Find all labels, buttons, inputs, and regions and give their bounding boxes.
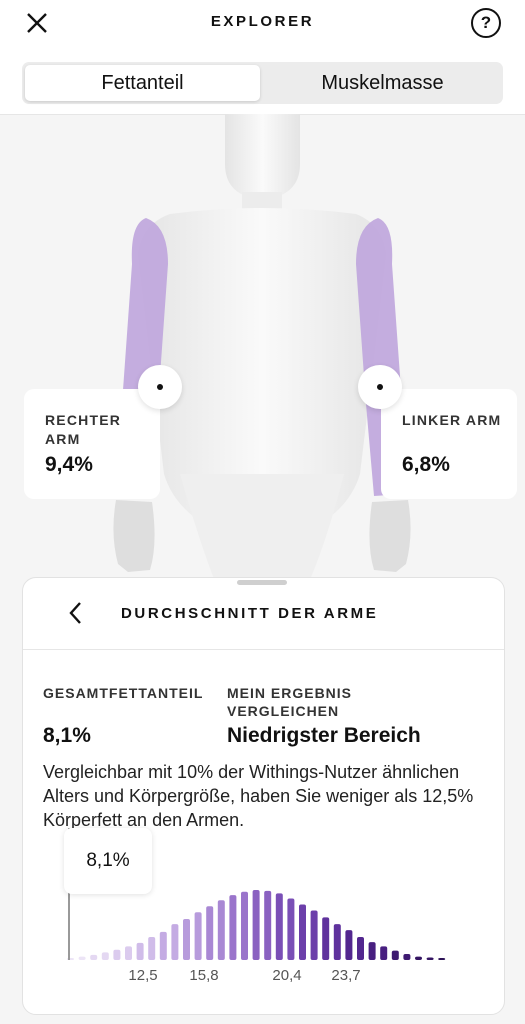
divider (23, 649, 504, 650)
detail-sheet: DURCHSCHNITT DER ARME GESAMTFETTANTEIL 8… (22, 577, 505, 1015)
left-arm-pin[interactable] (358, 365, 402, 409)
distribution-bar (217, 900, 225, 960)
right-arm-label: RECHTER ARM (45, 412, 122, 447)
right-hand (113, 500, 155, 572)
distribution-bar (299, 904, 306, 960)
segmented-control: Fettanteil Muskelmasse (22, 62, 503, 104)
distribution-bar (252, 890, 260, 960)
tab-muskelmasse[interactable]: Muskelmasse (265, 65, 500, 101)
legs (180, 474, 344, 584)
right-arm-card[interactable]: RECHTER ARM 9,4% (24, 389, 160, 499)
distribution-bar (136, 942, 144, 960)
distribution-bar (148, 936, 156, 960)
distribution-bar (125, 946, 132, 960)
distribution-bar (403, 954, 411, 960)
page-title: EXPLORER (210, 13, 315, 30)
distribution-bar (241, 891, 248, 960)
compare-label: MEIN ERGEBNIS VERGLEICHEN (227, 685, 353, 719)
right-arm-pin[interactable] (138, 365, 182, 409)
header: EXPLORER ? Fettanteil Muskelmasse (0, 0, 525, 115)
sheet-grabber[interactable] (237, 580, 287, 585)
sheet-title: DURCHSCHNITT DER ARME (121, 605, 379, 622)
distribution-bar (194, 912, 202, 960)
total-fat-value: 8,1% (43, 724, 91, 747)
back-button[interactable] (63, 598, 89, 628)
tick-label: 23,7 (331, 967, 360, 984)
right-arm-value: 9,4% (45, 453, 93, 476)
total-fat-label: GESAMTFETTANTEIL (43, 685, 204, 701)
distribution-bar (426, 957, 434, 960)
distribution-bar (333, 924, 341, 960)
tick-label: 12,5 (128, 967, 157, 984)
help-icon[interactable]: ? (471, 8, 501, 38)
distribution-bar (391, 950, 399, 960)
compare-value: Niedrigster Bereich (227, 724, 421, 747)
distribution-bar (90, 954, 98, 960)
body-figure (113, 114, 411, 584)
distribution-bar (380, 946, 388, 960)
distribution-bar (368, 942, 376, 960)
distribution-bar (322, 917, 330, 960)
distribution-bar (357, 936, 364, 960)
distribution-bar (415, 956, 422, 960)
left-arm-card[interactable]: LINKER ARM 6,8% (381, 389, 517, 499)
left-arm-value: 6,8% (402, 453, 450, 476)
distribution-bar (229, 895, 237, 960)
distribution-bar (264, 890, 272, 960)
tick-label: 15,8 (189, 967, 218, 984)
body-figure-area (0, 114, 525, 584)
distribution-bar (171, 924, 179, 960)
distribution-bar (310, 910, 318, 960)
tick-label: 20,4 (272, 967, 301, 984)
left-hand (369, 500, 411, 572)
distribution-bar (183, 919, 190, 960)
distribution-bar (113, 949, 121, 960)
distribution-bar (275, 893, 283, 960)
distribution-bar (101, 952, 109, 960)
distribution-bar (287, 898, 295, 960)
distribution-bar (159, 931, 167, 960)
distribution-bar (345, 930, 353, 960)
tab-fettanteil[interactable]: Fettanteil (25, 65, 260, 101)
chevron-left-icon (69, 602, 81, 624)
comparison-description: Vergleichbar mit 10% der Withings-Nutzer… (43, 762, 474, 830)
distribution-bar (438, 958, 446, 960)
left-arm-label: LINKER ARM (402, 412, 502, 428)
distribution-bar (206, 906, 214, 960)
value-tooltip: 8,1% (64, 828, 152, 894)
head (225, 114, 300, 200)
distribution-bar (78, 956, 86, 960)
